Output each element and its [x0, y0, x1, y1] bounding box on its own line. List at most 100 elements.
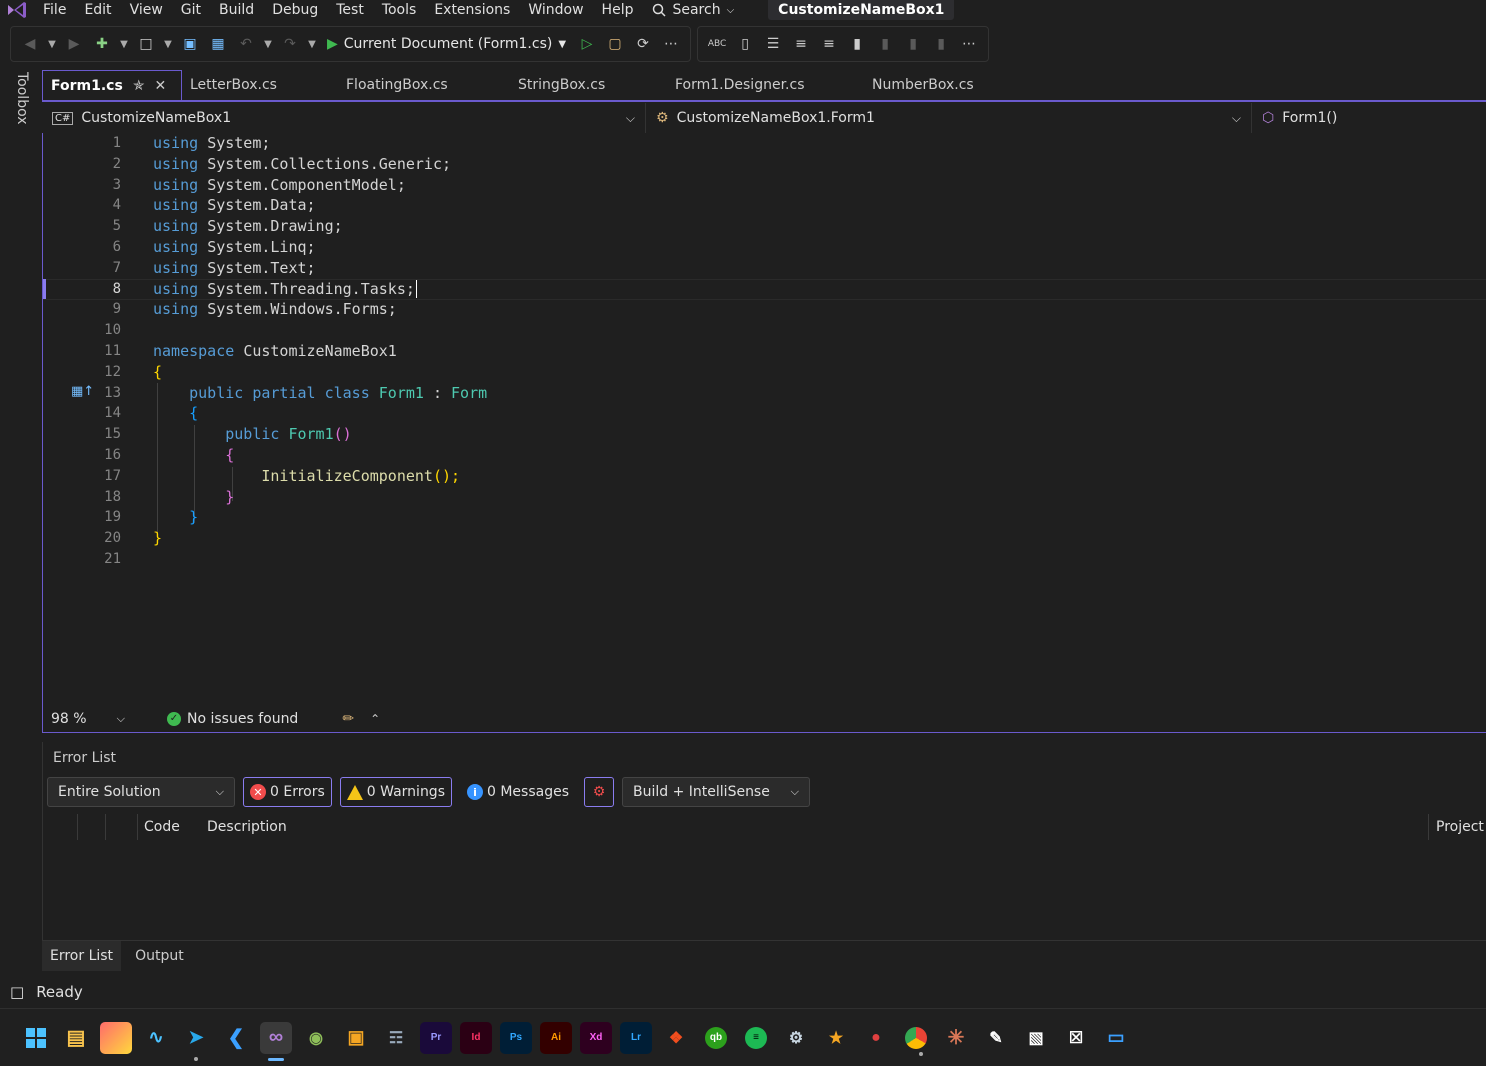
spotify-icon[interactable]: ≡ [745, 1026, 767, 1049]
open-file-icon[interactable]: □ [133, 31, 159, 57]
menu-build[interactable]: Build [210, 0, 263, 20]
toolbox-tab[interactable]: Toolbox [14, 72, 30, 125]
errors-filter-button[interactable]: ✕ 0 Errors [243, 777, 332, 807]
more-options-icon[interactable]: ⋯ [956, 31, 982, 57]
hot-reload-icon[interactable]: ⟳ [630, 31, 656, 57]
menu-edit[interactable]: Edit [75, 0, 120, 20]
tab-numberbox-cs[interactable]: NumberBox.cs [864, 70, 1014, 100]
undo-icon[interactable]: ↶ [233, 31, 259, 57]
source-filter-dropdown[interactable]: Build + IntelliSense ⌵ [622, 777, 811, 807]
steam-icon[interactable]: ⚙ [780, 1022, 812, 1054]
chevron-down-icon[interactable]: ▼ [305, 31, 319, 57]
zoom-dropdown[interactable]: 98 % ⌵ [43, 705, 133, 733]
git-client-icon[interactable]: ◉ [300, 1022, 332, 1054]
messages-filter-button[interactable]: i 0 Messages [460, 777, 576, 807]
search-menu[interactable]: Search ⌵ [642, 2, 744, 18]
save-all-icon[interactable]: ▦ [205, 31, 231, 57]
sql-tool-icon[interactable]: ☶ [380, 1022, 412, 1054]
code-cleanup-icon[interactable]: ✏ [342, 711, 354, 727]
remote-desktop-icon[interactable]: ▧ [1020, 1022, 1052, 1054]
chevron-down-icon[interactable]: ▼ [45, 31, 59, 57]
telegram-icon[interactable]: ➤ [180, 1022, 212, 1061]
notification-icon[interactable]: □ [10, 983, 24, 1001]
warnings-filter-button[interactable]: 0 Warnings [339, 777, 452, 807]
start-without-debugging-icon[interactable]: ▷ [574, 31, 600, 57]
file-explorer-icon[interactable]: ▤ [60, 1022, 92, 1054]
menu-test[interactable]: Test [327, 0, 373, 20]
close-icon[interactable]: ✕ [155, 78, 167, 94]
illustrator-icon[interactable]: Ai [540, 1021, 572, 1054]
tab-label: Form1.Designer.cs [675, 77, 805, 93]
desktop-app-icon[interactable]: ▭ [1100, 1022, 1132, 1054]
capcut-icon[interactable]: ☒ [1060, 1022, 1092, 1054]
column-header-description[interactable]: Description [207, 819, 287, 835]
menu-view[interactable]: View [121, 0, 172, 20]
column-header-project[interactable]: Project [1436, 819, 1484, 835]
previous-bookmark-icon[interactable]: ▮ [872, 31, 898, 57]
windows-start-icon[interactable] [20, 1022, 52, 1054]
menu-help[interactable]: Help [593, 0, 643, 20]
redo-icon[interactable]: ↷ [277, 31, 303, 57]
bookmark-icon[interactable]: ▮ [844, 31, 870, 57]
tab-form1-cs[interactable]: Form1.cs ✯ ✕ [42, 70, 182, 100]
chevron-down-icon[interactable]: ▼ [161, 31, 175, 57]
decrease-indent-icon[interactable]: ≡ [788, 31, 814, 57]
issues-indicator[interactable]: ✓ No issues found [167, 711, 298, 727]
tab-stringbox-cs[interactable]: StringBox.cs [510, 70, 667, 100]
start-run-button[interactable]: ▶ Current Document (Form1.cs) ▼ [321, 31, 572, 57]
menu-git[interactable]: Git [172, 0, 210, 20]
browse-folder-icon[interactable]: ▢ [602, 31, 628, 57]
code-editor[interactable]: ▦↑ 1 2 3 4 5 6 7 8 9 10 11 12 13 14 15 16 17 18 19 20 21 usi… [42, 133, 1486, 705]
menu-extensions[interactable]: Extensions [425, 0, 519, 20]
pin-icon[interactable]: ✯ [133, 78, 145, 94]
chevron-down-icon[interactable]: ▼ [117, 31, 131, 57]
scope-dropdown[interactable]: Entire Solution ⌵ [47, 777, 235, 807]
vpn-app-icon[interactable]: ● [860, 1022, 892, 1054]
chevron-up-icon[interactable]: ⌃ [370, 712, 380, 726]
quick-info-icon[interactable]: ▯ [732, 31, 758, 57]
adobe-xd-icon[interactable]: Xd [580, 1021, 612, 1054]
photoshop-icon[interactable]: Ps [500, 1021, 532, 1054]
new-project-icon[interactable]: ✚ [89, 31, 115, 57]
save-icon[interactable]: ▣ [177, 31, 203, 57]
menu-debug[interactable]: Debug [263, 0, 327, 20]
chevron-down-icon[interactable]: ▼ [261, 31, 275, 57]
build-filter-toggle[interactable]: ⚙ [584, 777, 615, 807]
notepad-icon[interactable]: ✎ [980, 1022, 1012, 1054]
tab-error-list[interactable]: Error List [42, 940, 122, 971]
premiere-pro-icon[interactable]: Pr [420, 1021, 452, 1054]
tab-letterbox-cs[interactable]: LetterBox.cs [182, 70, 338, 100]
figma-icon[interactable]: ❖ [660, 1022, 692, 1054]
type-dropdown[interactable]: ⚙ CustomizeNameBox1.Form1 ⌵ [646, 103, 1252, 133]
more-options-icon[interactable]: ⋯ [658, 31, 684, 57]
health-app-icon[interactable]: ∿ [140, 1022, 172, 1054]
photos-icon[interactable] [100, 1021, 132, 1054]
chrome-icon[interactable] [905, 1026, 927, 1056]
power-app-icon[interactable]: ★ [820, 1022, 852, 1054]
indesign-icon[interactable]: Id [460, 1021, 492, 1054]
clear-bookmarks-icon[interactable]: ▮ [928, 31, 954, 57]
visual-studio-logo-icon[interactable] [0, 0, 34, 20]
menu-file[interactable]: File [34, 0, 75, 20]
solution-title[interactable]: CustomizeNameBox1 [768, 0, 955, 20]
project-dropdown[interactable]: C# CustomizeNameBox1 ⌵ [42, 103, 646, 133]
visual-studio-icon[interactable]: ∞ [260, 1021, 292, 1061]
tab-floatingbox-cs[interactable]: FloatingBox.cs [338, 70, 510, 100]
tab-form1-designer-cs[interactable]: Form1.Designer.cs [667, 70, 864, 100]
snipping-icon[interactable]: ▣ [340, 1022, 372, 1054]
menu-window[interactable]: Window [519, 0, 592, 20]
column-header-code[interactable]: Code [144, 819, 180, 835]
parameter-info-icon[interactable]: ☰ [760, 31, 786, 57]
next-bookmark-icon[interactable]: ▮ [900, 31, 926, 57]
vscode-icon[interactable]: ❮ [220, 1022, 252, 1054]
claude-icon[interactable]: ✳ [940, 1022, 972, 1054]
navigate-forward-icon[interactable]: ▶ [61, 31, 87, 57]
lightroom-icon[interactable]: Lr [620, 1021, 652, 1054]
quickbooks-icon[interactable]: qb [705, 1026, 727, 1049]
member-dropdown[interactable]: ⬡ Form1() [1252, 103, 1486, 133]
spell-check-icon[interactable]: ABC [704, 31, 730, 57]
menu-tools[interactable]: Tools [373, 0, 426, 20]
increase-indent-icon[interactable]: ≡ [816, 31, 842, 57]
tab-output[interactable]: Output [127, 941, 192, 971]
navigate-back-icon[interactable]: ◀ [17, 31, 43, 57]
